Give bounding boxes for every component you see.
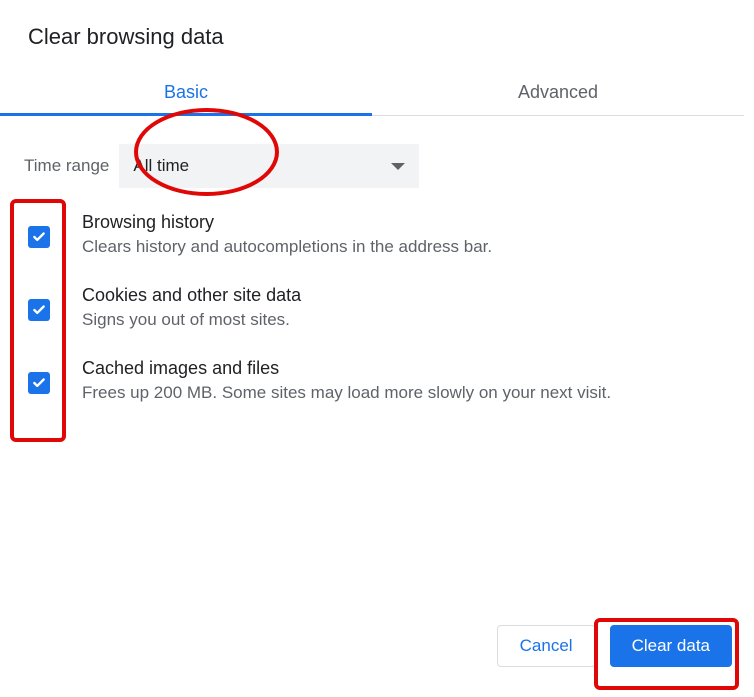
time-range-row: Time range All time — [24, 144, 748, 188]
dialog-footer: Cancel Clear data — [0, 609, 754, 683]
checkbox-browsing-history[interactable] — [28, 226, 50, 248]
check-icon — [32, 230, 46, 244]
cancel-button[interactable]: Cancel — [497, 625, 596, 667]
option-title: Cookies and other site data — [82, 285, 748, 306]
option-title: Browsing history — [82, 212, 748, 233]
chevron-down-icon — [391, 163, 405, 170]
checkbox-cache[interactable] — [28, 372, 50, 394]
checkbox-cookies[interactable] — [28, 299, 50, 321]
option-desc: Signs you out of most sites. — [82, 310, 748, 330]
dialog-title: Clear browsing data — [24, 24, 748, 50]
option-desc: Clears history and autocompletions in th… — [82, 237, 748, 257]
check-icon — [32, 303, 46, 317]
tab-basic[interactable]: Basic — [0, 72, 372, 115]
option-desc: Frees up 200 MB. Some sites may load mor… — [82, 383, 748, 403]
option-cookies: Cookies and other site data Signs you ou… — [24, 285, 748, 330]
option-browsing-history: Browsing history Clears history and auto… — [24, 212, 748, 257]
tab-advanced[interactable]: Advanced — [372, 72, 744, 115]
clear-browsing-data-dialog: Clear browsing data Basic Advanced Time … — [0, 0, 754, 403]
option-title: Cached images and files — [82, 358, 748, 379]
tabs: Basic Advanced — [0, 72, 744, 116]
time-range-select[interactable]: All time — [119, 144, 419, 188]
clear-data-button[interactable]: Clear data — [610, 625, 732, 667]
time-range-value: All time — [133, 156, 189, 176]
option-cache: Cached images and files Frees up 200 MB.… — [24, 358, 748, 403]
time-range-label: Time range — [24, 156, 109, 176]
check-icon — [32, 376, 46, 390]
